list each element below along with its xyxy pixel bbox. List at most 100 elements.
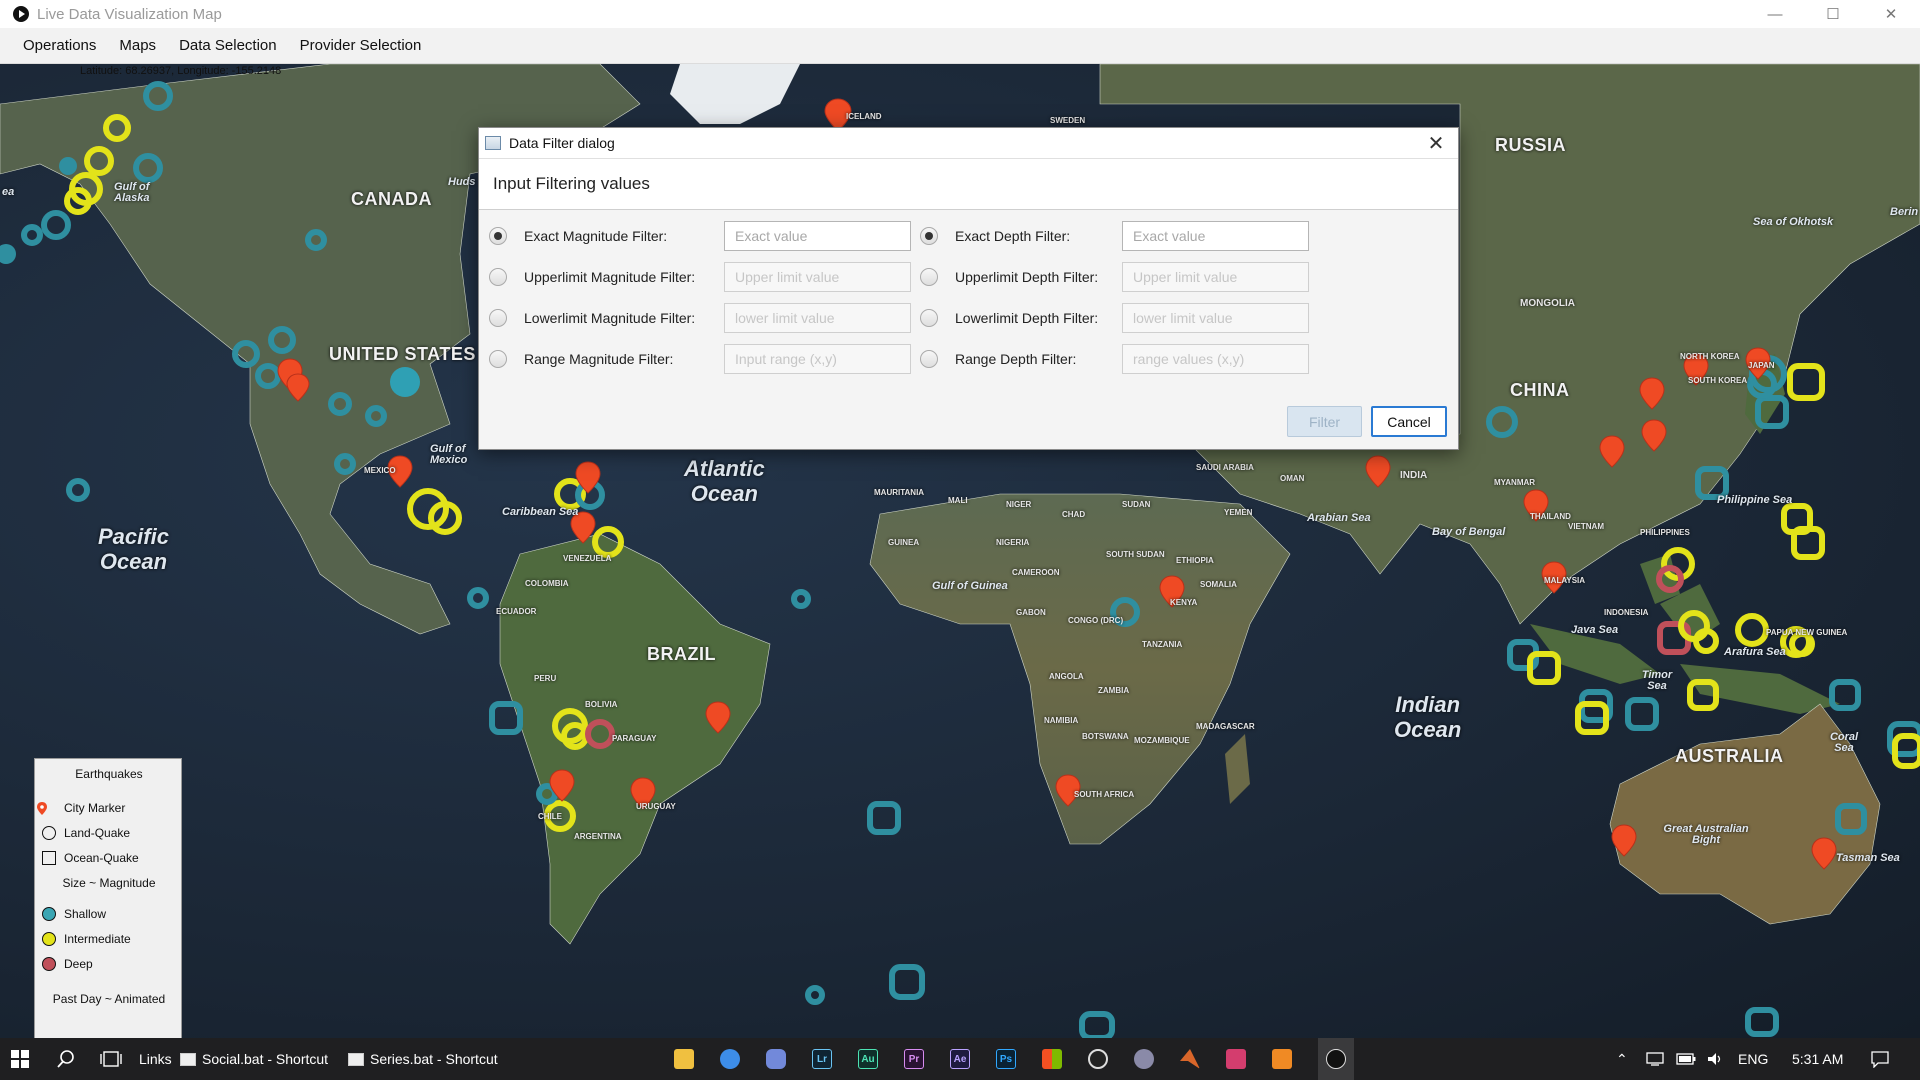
legend-item-land-quake: Land-Quake	[35, 826, 183, 840]
tray-overflow-chevron-icon[interactable]: ⌃	[1616, 1038, 1628, 1080]
task-view-button[interactable]	[100, 1038, 122, 1080]
magnitude-lower-radio[interactable]	[489, 309, 507, 327]
taskbar-app-premiere[interactable]: Pr	[904, 1038, 924, 1080]
dialog-title: Data Filter dialog	[509, 135, 615, 151]
legend-depth-deep: Deep	[35, 957, 183, 971]
magnitude-upper-row: Upperlimit Magnitude Filter:	[489, 262, 695, 292]
tray-language[interactable]: ENG	[1738, 1038, 1768, 1080]
depth-lower-radio[interactable]	[920, 309, 938, 327]
label-south-sudan: SOUTH SUDAN	[1106, 550, 1165, 559]
depth-upper-input[interactable]	[1122, 262, 1309, 292]
label-arafura-sea: Arafura Sea	[1724, 646, 1786, 658]
taskbar-search-button[interactable]	[56, 1038, 76, 1080]
label-papua: PAPUA NEW GUINEA	[1766, 628, 1848, 637]
dialog-titlebar: Data Filter dialog ✕	[479, 128, 1458, 158]
label-paraguay: PARAGUAY	[612, 734, 657, 743]
magnitude-exact-input[interactable]	[724, 221, 911, 251]
label-japan: JAPAN	[1748, 361, 1775, 370]
label-russia: RUSSIA	[1495, 135, 1567, 155]
menu-data-selection[interactable]: Data Selection	[179, 37, 277, 54]
label-nigeria: NIGERIA	[996, 538, 1030, 547]
legend-depth-shallow: Shallow	[35, 907, 183, 921]
tray-volume-icon[interactable]	[1706, 1038, 1724, 1080]
label-gabon: GABON	[1016, 608, 1046, 617]
depth-upper-radio[interactable]	[920, 268, 938, 286]
taskbar-app-obs[interactable]	[1088, 1038, 1108, 1080]
taskbar-app-firefox[interactable]	[720, 1038, 740, 1080]
windows-logo-icon	[11, 1050, 29, 1068]
start-button[interactable]	[10, 1038, 30, 1080]
depth-exact-row: Exact Depth Filter:	[920, 221, 1070, 251]
taskbar-app-intellij[interactable]	[1226, 1038, 1246, 1080]
cursor-coordinates: Latitude: 68.26937, Longitude: -155.2148	[80, 65, 282, 77]
label-cameroon: CAMEROON	[1012, 568, 1060, 577]
taskbar-app-java-active[interactable]	[1318, 1038, 1354, 1080]
magnitude-range-row: Range Magnitude Filter:	[489, 344, 673, 374]
depth-exact-radio[interactable]	[920, 227, 938, 245]
taskbar-app-discord[interactable]	[766, 1038, 786, 1080]
dialog-close-button[interactable]: ✕	[1424, 131, 1448, 156]
depth-lower-input[interactable]	[1122, 303, 1309, 333]
menu-provider-selection[interactable]: Provider Selection	[300, 37, 422, 54]
action-center-icon[interactable]	[1870, 1038, 1890, 1080]
cancel-button[interactable]: Cancel	[1371, 406, 1447, 437]
depth-upper-label: Upperlimit Depth Filter:	[955, 269, 1099, 285]
circle-outline-icon	[42, 826, 56, 840]
label-uruguay: URUGUAY	[636, 802, 676, 811]
taskbar-app-file-explorer[interactable]	[674, 1038, 694, 1080]
obs-icon	[1088, 1049, 1108, 1069]
taskbar-app-sublime[interactable]	[1272, 1038, 1292, 1080]
magnitude-range-input[interactable]	[724, 344, 911, 374]
taskbar-app-matlab[interactable]	[1180, 1038, 1200, 1080]
filter-button[interactable]: Filter	[1287, 406, 1362, 437]
label-tasman-sea: Tasman Sea	[1836, 852, 1900, 864]
magnitude-upper-radio[interactable]	[489, 268, 507, 286]
label-great-australian-bight: Great Australian Bight	[1663, 823, 1749, 846]
minimize-button[interactable]: —	[1746, 0, 1804, 28]
label-timor-sea: Timor Sea	[1641, 669, 1673, 692]
lightroom-icon: Lr	[812, 1049, 832, 1069]
label-arabian-sea: Arabian Sea	[1307, 512, 1371, 524]
magnitude-lower-input[interactable]	[724, 303, 911, 333]
tray-clock[interactable]: 5:31 AM	[1792, 1038, 1843, 1080]
label-somalia: SOMALIA	[1200, 580, 1237, 589]
magnitude-lower-label: Lowerlimit Magnitude Filter:	[524, 310, 696, 326]
shortcut-social[interactable]: Social.bat - Shortcut	[180, 1038, 328, 1080]
depth-range-radio[interactable]	[920, 350, 938, 368]
taskbar-app-store[interactable]	[1042, 1038, 1062, 1080]
premiere-icon: Pr	[904, 1049, 924, 1069]
label-coral-sea: Coral Sea	[1829, 731, 1859, 754]
maximize-button[interactable]: ☐	[1804, 0, 1862, 28]
media-icon	[1134, 1049, 1154, 1069]
magnitude-lower-row: Lowerlimit Magnitude Filter:	[489, 303, 695, 333]
map-legend: Earthquakes City Marker Land-Quake Ocean…	[34, 758, 182, 1038]
depth-lower-label: Lowerlimit Depth Filter:	[955, 310, 1099, 326]
magnitude-upper-input[interactable]	[724, 262, 911, 292]
taskbar-app-lightroom[interactable]: Lr	[812, 1038, 832, 1080]
taskbar-app-audition[interactable]: Au	[858, 1038, 878, 1080]
taskbar-app-after-effects[interactable]: Ae	[950, 1038, 970, 1080]
depth-exact-input[interactable]	[1122, 221, 1309, 251]
depth-range-input[interactable]	[1122, 344, 1309, 374]
label-niger: NIGER	[1006, 500, 1032, 509]
magnitude-range-radio[interactable]	[489, 350, 507, 368]
label-argentina: ARGENTINA	[574, 832, 622, 841]
label-botswana: BOTSWANA	[1082, 732, 1129, 741]
legend-item-city-marker: City Marker	[35, 801, 183, 815]
label-south-korea: SOUTH KOREA	[1688, 376, 1748, 385]
close-window-button[interactable]: ✕	[1862, 0, 1920, 28]
shortcut-series[interactable]: Series.bat - Shortcut	[348, 1038, 498, 1080]
magnitude-exact-radio[interactable]	[489, 227, 507, 245]
magnitude-exact-label: Exact Magnitude Filter:	[524, 228, 668, 244]
taskbar-app-photoshop[interactable]: Ps	[996, 1038, 1016, 1080]
tray-network-icon[interactable]	[1646, 1038, 1664, 1080]
magnitude-upper-label: Upperlimit Magnitude Filter:	[524, 269, 696, 285]
menu-operations[interactable]: Operations	[23, 37, 96, 54]
taskbar-app-media[interactable]	[1134, 1038, 1154, 1080]
tray-battery-icon[interactable]	[1676, 1038, 1696, 1080]
magnitude-range-label: Range Magnitude Filter:	[524, 351, 674, 367]
label-guinea: GUINEA	[888, 538, 920, 547]
links-toolbar[interactable]: Links	[139, 1038, 172, 1080]
menu-maps[interactable]: Maps	[119, 37, 156, 54]
task-view-icon	[100, 1051, 122, 1067]
